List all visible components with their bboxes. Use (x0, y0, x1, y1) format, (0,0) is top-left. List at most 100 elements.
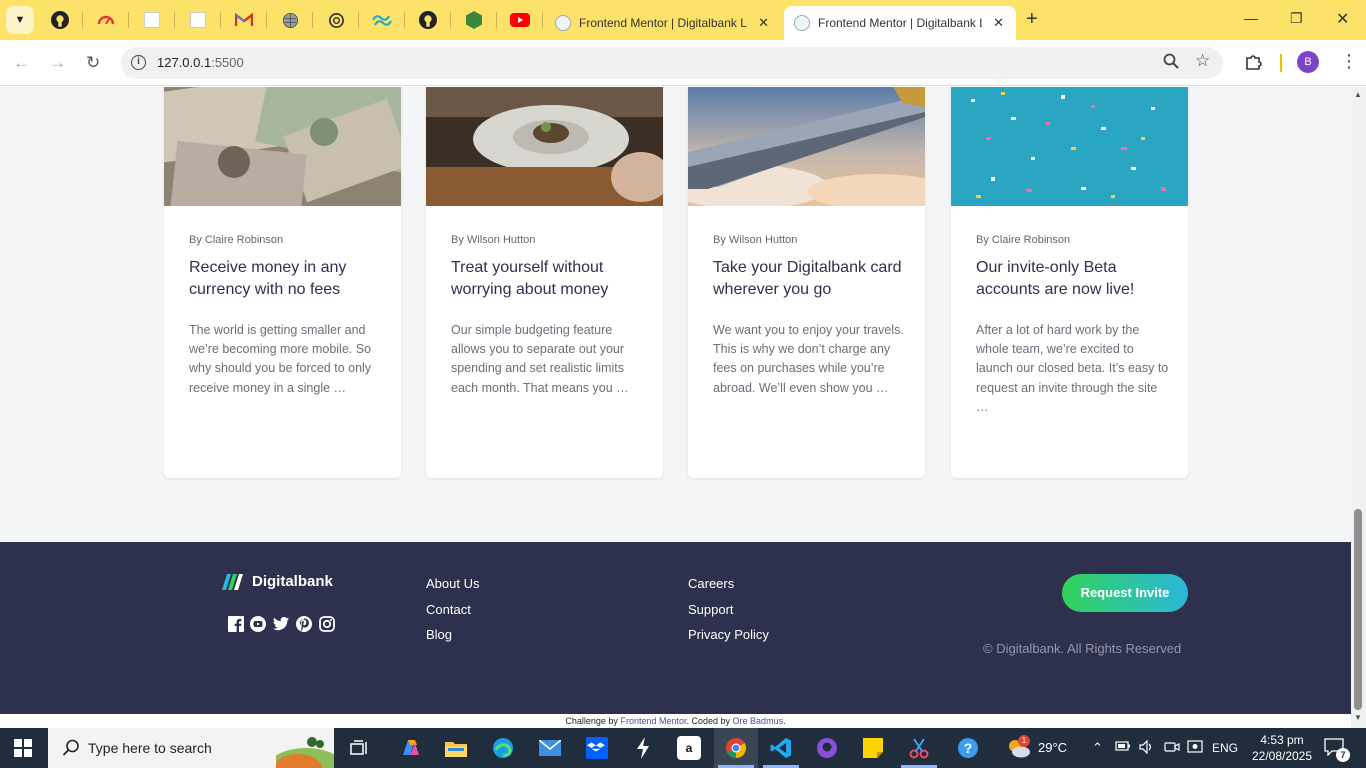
scrollbar-thumb[interactable] (1354, 509, 1362, 710)
github-desktop-app[interactable] (815, 736, 839, 760)
pinned-tab-page-2[interactable] (186, 8, 210, 32)
pinned-tab-tailwind[interactable] (370, 8, 394, 32)
clock-date: 22/08/2025 (1251, 749, 1313, 763)
tab-frontend-mentor-1[interactable]: Frontend Mentor | Digitalbank L ✕ (545, 6, 781, 40)
address-bar[interactable]: i 127.0.0.1:5500 ☆ (121, 47, 1223, 79)
battery-icon[interactable] (1115, 740, 1131, 755)
restore-button[interactable]: ❐ (1290, 10, 1303, 27)
language-indicator[interactable]: ENG (1212, 741, 1238, 755)
copyright-text: © Digitalbank. All Rights Reserved (983, 641, 1182, 656)
article-card[interactable]: By Wilson Hutton Treat yourself without … (426, 87, 663, 478)
app-shortcut-arrow[interactable] (631, 736, 655, 760)
mail-icon (539, 740, 561, 756)
article-title[interactable]: Treat yourself without worrying about mo… (451, 257, 646, 301)
close-tab-icon[interactable]: ✕ (758, 15, 769, 31)
author-link[interactable]: Ore Badmus (733, 716, 784, 726)
pinned-tab-page-1[interactable] (140, 8, 164, 32)
request-invite-button[interactable]: Request Invite (1062, 574, 1188, 612)
article-card[interactable]: By Claire Robinson Receive money in any … (164, 87, 401, 478)
start-button[interactable] (14, 739, 32, 757)
footer-link-support[interactable]: Support (688, 602, 734, 617)
footer-link-about-us[interactable]: About Us (426, 576, 479, 591)
site-info-icon[interactable]: i (131, 55, 146, 70)
facebook-link[interactable] (228, 616, 244, 632)
chrome-app[interactable] (724, 736, 748, 760)
twitter-link[interactable] (273, 616, 289, 632)
youtube-icon (250, 616, 266, 632)
system-clock[interactable]: 4:53 pm 22/08/2025 (1250, 732, 1314, 764)
mail-app[interactable] (538, 736, 562, 760)
pinned-tab-globe[interactable] (278, 8, 302, 32)
footer-link-contact[interactable]: Contact (426, 602, 471, 617)
pinned-tab-github-2[interactable] (416, 8, 440, 32)
scroll-down-arrow-icon[interactable]: ▼ (1354, 713, 1362, 722)
tab-separator (542, 12, 543, 28)
reload-button[interactable]: ↻ (86, 53, 100, 73)
tab-frontend-mentor-2[interactable]: Frontend Mentor | Digitalbank L ✕ (784, 6, 1016, 40)
pinned-tab-gmail[interactable] (232, 8, 256, 32)
puzzle-icon (1246, 55, 1262, 70)
forward-button[interactable]: → (49, 53, 66, 73)
pinned-tab-github[interactable] (48, 8, 72, 32)
frontend-mentor-link[interactable]: Frontend Mentor (620, 716, 686, 726)
tab-search-button[interactable]: ▼ (6, 6, 34, 34)
bookmark-button[interactable]: ☆ (1195, 51, 1210, 71)
pinned-tab-youtube[interactable] (508, 8, 532, 32)
kebab-menu-icon: ⋮ (1340, 51, 1358, 71)
clock-time: 4:53 pm (1260, 733, 1304, 747)
profile-avatar[interactable]: B (1297, 51, 1319, 73)
reload-icon: ↻ (86, 53, 101, 72)
taskbar-search-box[interactable]: Type here to search (48, 728, 334, 768)
volume-icon[interactable] (1139, 739, 1155, 757)
article-card[interactable]: By Wilson Hutton Take your Digitalbank c… (688, 87, 925, 478)
pinned-tab-speed[interactable] (94, 8, 118, 32)
show-hidden-icons-button[interactable]: ⌃ (1092, 740, 1103, 756)
instagram-link[interactable] (319, 616, 335, 632)
search-highlight-illustration (276, 737, 334, 768)
minimize-button[interactable]: — (1244, 10, 1258, 26)
dropbox-app[interactable] (585, 736, 609, 760)
weather-temperature[interactable]: 29°C (1038, 740, 1067, 755)
article-excerpt: The world is getting smaller and we’re b… (189, 323, 372, 395)
sticky-notes-app[interactable] (861, 736, 885, 760)
article-author: By Wilson Hutton (713, 234, 798, 246)
new-tab-button[interactable]: + (1026, 9, 1038, 29)
back-button[interactable]: ← (13, 53, 30, 73)
chrome-icon (726, 738, 747, 759)
edge-browser-app[interactable] (491, 736, 515, 760)
nodejs-icon (466, 11, 482, 29)
article-title[interactable]: Our invite-only Beta accounts are now li… (976, 257, 1171, 301)
article-card[interactable]: By Claire Robinson Our invite-only Beta … (951, 87, 1188, 478)
plus-icon: + (1026, 8, 1038, 30)
zoom-button[interactable] (1163, 53, 1179, 74)
close-tab-icon[interactable]: ✕ (993, 15, 1004, 31)
url-text[interactable]: 127.0.0.1:5500 (157, 55, 244, 70)
close-icon: ✕ (1336, 11, 1350, 28)
scroll-up-arrow-icon[interactable]: ▲ (1354, 90, 1362, 99)
amazon-app[interactable]: a (677, 736, 701, 760)
article-title[interactable]: Receive money in any currency with no fe… (189, 257, 384, 301)
file-explorer-app[interactable] (444, 736, 468, 760)
chatgpt-icon (328, 12, 344, 28)
footer-link-privacy-policy[interactable]: Privacy Policy (688, 627, 769, 642)
close-window-button[interactable]: ✕ (1336, 9, 1349, 29)
browser-menu-button[interactable]: ⋮ (1340, 51, 1358, 72)
pinned-tab-chatgpt[interactable] (324, 8, 348, 32)
help-app[interactable]: ? (956, 736, 980, 760)
extensions-button[interactable] (1244, 53, 1262, 76)
pinned-tab-node[interactable] (462, 8, 486, 32)
article-title[interactable]: Take your Digitalbank card wherever you … (713, 257, 908, 301)
youtube-link[interactable] (250, 616, 266, 632)
vscode-app[interactable] (769, 736, 793, 760)
tab-separator (82, 12, 83, 28)
footer-link-careers[interactable]: Careers (688, 576, 734, 591)
page-scrollbar[interactable]: ▲ ▼ (1351, 87, 1366, 728)
footer-link-blog[interactable]: Blog (426, 627, 452, 642)
camera-icon[interactable] (1164, 740, 1180, 757)
footer-logo[interactable]: Digitalbank (222, 573, 333, 590)
pinterest-link[interactable] (296, 616, 312, 632)
task-view-button[interactable] (348, 736, 372, 760)
copilot-app[interactable] (398, 736, 422, 760)
snipping-tool-app[interactable] (907, 736, 931, 760)
screen-record-icon[interactable] (1187, 740, 1203, 757)
